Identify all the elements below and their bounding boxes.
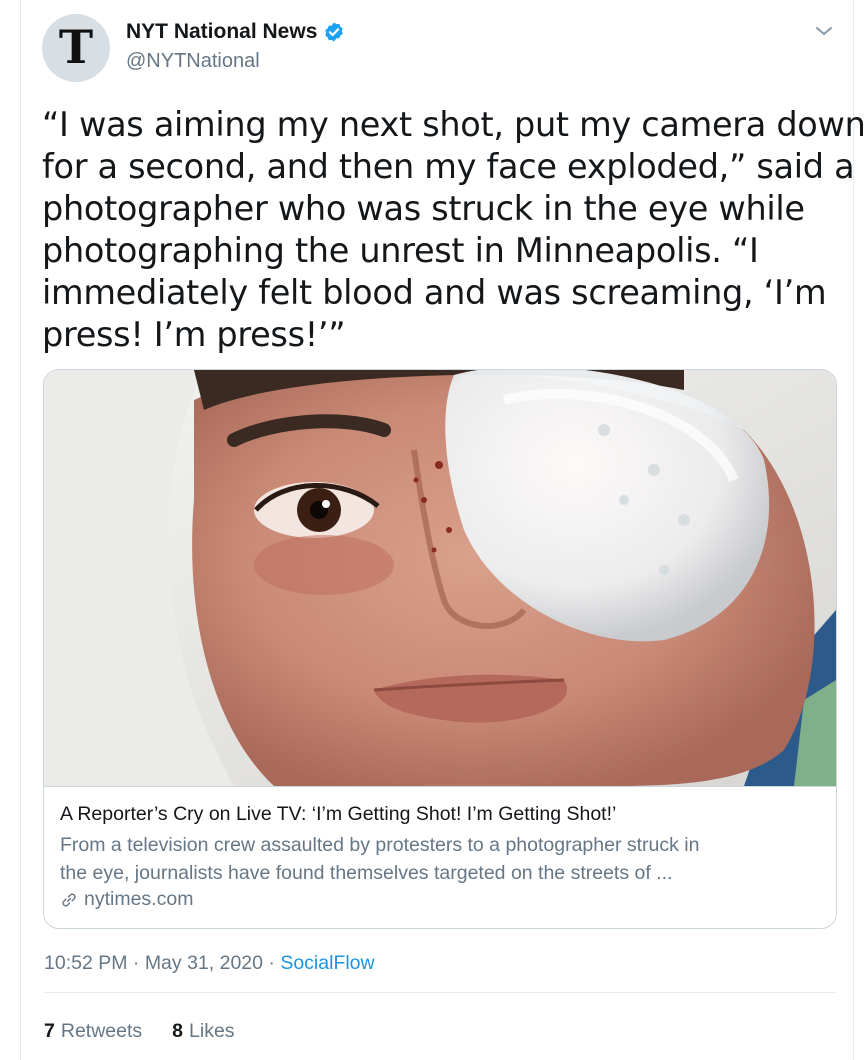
tweet-stats: 7 Retweets 8 Likes [44,1020,265,1043]
link-card-meta: A Reporter’s Cry on Live TV: ‘I’m Gettin… [44,786,836,928]
tweet-text: “I was aiming my next shot, put my camer… [42,104,865,356]
verified-badge-icon [325,22,344,42]
link-preview-card[interactable]: A Reporter’s Cry on Live TV: ‘I’m Gettin… [43,369,837,929]
likes-stat[interactable]: 8 Likes [172,1020,234,1043]
tweet-text-line: “I was aiming my next shot, put my camer… [42,105,865,144]
tweet-timestamp: 10:52 PM · May 31, 2020 · SocialFlow [44,952,375,975]
retweets-count: 7 [44,1020,55,1042]
link-card-description: From a television crew assaulted by prot… [60,831,820,887]
nyt-logo-icon: T [58,20,94,74]
tweet-time[interactable]: 10:52 PM [44,952,127,974]
tweet-text-line: for a second, and then my face exploded,… [42,147,855,186]
avatar[interactable]: T [42,14,110,82]
tweet-text-line: press! I’m press!’” [42,315,346,354]
separator: · [268,952,275,974]
tweet-date[interactable]: May 31, 2020 [145,952,263,974]
likes-count: 8 [172,1020,184,1042]
link-card-domain-row: nytimes.com [60,888,193,911]
author-handle[interactable]: @NYTNational [126,50,260,73]
article-photo[interactable] [44,370,836,786]
link-card-description-line: From a television crew assaulted by prot… [60,834,700,856]
column-border-left [20,0,21,1060]
link-icon [62,893,76,906]
link-card-description-line: the eye, journalists have found themselv… [60,862,673,884]
tweet-text-line: photographer who was struck in the eye w… [42,189,805,228]
link-card-title[interactable]: A Reporter’s Cry on Live TV: ‘I’m Gettin… [60,803,616,826]
divider [44,992,836,993]
retweets-label: Retweets [60,1020,143,1042]
author-name[interactable]: NYT National News [126,20,317,44]
tweet-source-link[interactable]: SocialFlow [280,952,374,974]
tweet-text-line: immediately felt blood and was screaming… [42,273,827,312]
separator: · [132,952,140,974]
chevron-down-icon[interactable] [814,24,834,38]
link-card-domain: nytimes.com [84,888,194,910]
likes-label: Likes [189,1020,235,1042]
author-name-row[interactable]: NYT National News [126,20,345,44]
retweets-stat[interactable]: 7 Retweets [44,1020,142,1043]
tweet-text-line: photographing the unrest in Minneapolis.… [42,231,759,270]
tweet-card: T NYT National News @NYTNational “I was … [0,0,865,1060]
